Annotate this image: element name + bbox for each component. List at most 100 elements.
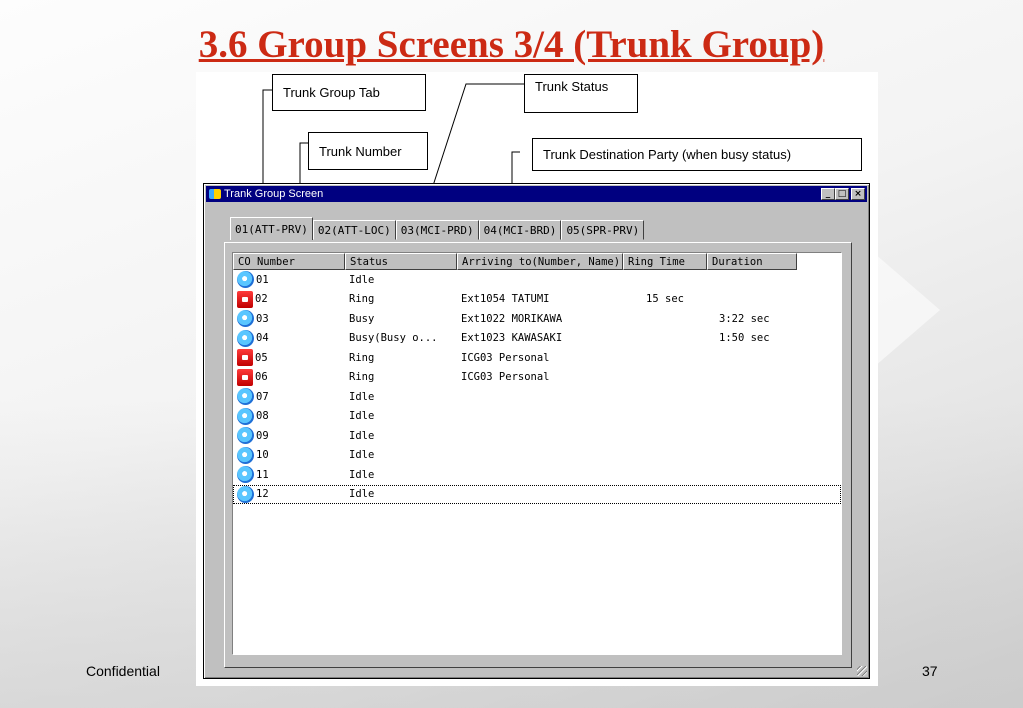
callout-trunk-status: Trunk Status — [524, 74, 638, 113]
column-header[interactable]: Arriving to(Number, Name) — [457, 253, 623, 270]
column-header[interactable]: Duration — [707, 253, 797, 270]
trunk-ring-icon — [237, 368, 253, 386]
co-number-cell: 11 — [233, 466, 345, 484]
trunk-idle-icon — [237, 271, 254, 289]
status-cell: Idle — [349, 390, 375, 403]
co-number-cell: 04 — [233, 329, 345, 347]
duration-cell: 3:22 sec — [719, 312, 770, 325]
co-number-cell: 02 — [233, 290, 345, 308]
tab-5[interactable]: 05(SPR-PRV) — [561, 220, 645, 240]
tab-2[interactable]: 02(ATT-LOC) — [312, 220, 396, 240]
slide-title: 3.6 Group Screens 3/4 (Trunk Group) — [198, 23, 825, 66]
status-cell: Idle — [349, 449, 375, 462]
trunk-idle-icon — [237, 427, 254, 445]
trunk-idle-icon — [237, 485, 254, 503]
status-cell: Idle — [349, 429, 375, 442]
trunk-group-tabs: 01(ATT-PRV) 02(ATT-LOC) 03(MCI-PRD) 04(MCI-… — [230, 217, 645, 240]
co-number-cell: 05 — [233, 349, 345, 367]
table-row[interactable]: 01 Idle — [233, 270, 841, 290]
co-number-cell: 10 — [233, 446, 345, 464]
table-row[interactable]: 10 Idle — [233, 446, 841, 466]
arriving-cell: Ext1054 TATUMI — [461, 293, 550, 306]
arriving-cell: ICG03 Personal — [461, 351, 550, 364]
app-icon — [209, 189, 221, 199]
trunk-idle-icon — [237, 310, 254, 328]
table-row[interactable]: 05 Ring ICG03 Personal — [233, 348, 841, 368]
screenshot-area: Trunk Group Tab Trunk Number Trunk Statu… — [196, 72, 878, 686]
status-cell: Idle — [349, 488, 375, 501]
status-cell: Ring — [349, 371, 375, 384]
arriving-cell: Ext1022 MORIKAWA — [461, 312, 563, 325]
trunk-idle-icon — [237, 446, 254, 464]
co-number: 02 — [255, 293, 268, 306]
trunk-idle-icon — [237, 466, 254, 484]
status-cell: Idle — [349, 273, 375, 286]
status-cell: Idle — [349, 468, 375, 481]
co-number: 05 — [255, 351, 268, 364]
table-row[interactable]: 02 Ring Ext1054 TATUMI 15 sec — [233, 290, 841, 310]
table-row[interactable]: 08 Idle — [233, 407, 841, 427]
table-row[interactable]: 04 Busy(Busy o... Ext1023 KAWASAKI 1:50 sec — [233, 329, 841, 349]
footer-confidential: Confidential — [86, 663, 160, 679]
resize-grip[interactable] — [857, 666, 867, 676]
arriving-cell: Ext1023 KAWASAKI — [461, 332, 563, 345]
co-number-cell: 03 — [233, 310, 345, 328]
trunk-idle-icon — [237, 329, 254, 347]
callout-trunk-number: Trunk Number — [308, 132, 428, 170]
status-cell: Idle — [349, 410, 375, 423]
column-header[interactable]: CO Number — [233, 253, 345, 270]
tab-3[interactable]: 03(MCI-PRD) — [395, 220, 479, 240]
co-number: 09 — [256, 429, 269, 442]
callout-trunk-group-tab: Trunk Group Tab — [272, 74, 426, 111]
co-number-cell: 01 — [233, 271, 345, 289]
close-button[interactable]: × — [851, 188, 865, 200]
column-header[interactable]: Status — [345, 253, 457, 270]
co-number: 11 — [256, 468, 269, 481]
co-number: 01 — [256, 273, 269, 286]
trunk-list: CO Number Status Arriving to(Number, Name)… — [232, 252, 842, 655]
maximize-button[interactable]: □ — [835, 188, 849, 200]
status-cell: Busy — [349, 312, 375, 325]
ring-time-cell: 15 sec — [646, 293, 684, 306]
window-titlebar[interactable]: Trank Group Screen _ □ × — [206, 186, 867, 202]
minimize-button[interactable]: _ — [821, 188, 835, 200]
tab-4[interactable]: 04(MCI-BRD) — [478, 220, 562, 240]
co-number-cell: 08 — [233, 407, 345, 425]
list-rows: 01 Idle 02 Ring Ext1054 TATUMI 15 sec 03 Busy Ex… — [233, 270, 841, 504]
page-number: 37 — [922, 663, 938, 679]
trunk-idle-icon — [237, 407, 254, 425]
arriving-cell: ICG03 Personal — [461, 371, 550, 384]
co-number-cell: 12 — [233, 485, 345, 503]
co-number: 10 — [256, 449, 269, 462]
table-row[interactable]: 09 Idle — [233, 426, 841, 446]
trunk-ring-icon — [237, 290, 253, 308]
tab-panel: CO Number Status Arriving to(Number, Name)… — [224, 242, 852, 668]
status-cell: Busy(Busy o... — [349, 332, 438, 345]
table-row[interactable]: 06 Ring ICG03 Personal — [233, 368, 841, 388]
co-number-cell: 06 — [233, 368, 345, 386]
tab-1[interactable]: 01(ATT-PRV) — [230, 217, 313, 240]
status-cell: Ring — [349, 351, 375, 364]
duration-cell: 1:50 sec — [719, 332, 770, 345]
table-row[interactable]: 12 Idle — [233, 484, 841, 504]
trunk-idle-icon — [237, 388, 254, 406]
co-number: 04 — [256, 332, 269, 345]
table-row[interactable]: 03 Busy Ext1022 MORIKAWA 3:22 sec — [233, 309, 841, 329]
co-number-cell: 09 — [233, 427, 345, 445]
table-row[interactable]: 11 Idle — [233, 465, 841, 485]
status-cell: Ring — [349, 293, 375, 306]
co-number: 03 — [256, 312, 269, 325]
co-number-cell: 07 — [233, 388, 345, 406]
co-number: 08 — [256, 410, 269, 423]
callout-trunk-destination: Trunk Destination Party (when busy statu… — [532, 138, 862, 171]
column-header[interactable]: Ring Time — [623, 253, 707, 270]
list-header: CO Number Status Arriving to(Number, Name)… — [233, 253, 841, 270]
table-row[interactable]: 07 Idle — [233, 387, 841, 407]
co-number: 12 — [256, 488, 269, 501]
window-title: Trank Group Screen — [224, 188, 324, 200]
co-number: 07 — [256, 390, 269, 403]
window-controls: _ □ × — [821, 188, 865, 200]
trunk-ring-icon — [237, 349, 253, 367]
co-number: 06 — [255, 371, 268, 384]
trunk-group-window: Trank Group Screen _ □ × 01(ATT-PRV) 02(A… — [203, 183, 870, 679]
